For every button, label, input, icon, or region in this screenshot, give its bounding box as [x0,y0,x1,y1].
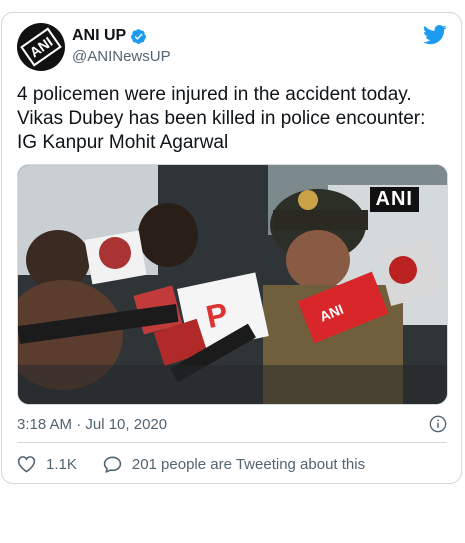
like-count[interactable]: 1.1K [46,456,77,473]
author-name-row[interactable]: ANI UP [72,27,147,45]
tweet-text: 4 policemen were injured in the accident… [17,84,426,153]
heart-icon[interactable] [17,455,36,473]
avatar-logo-text: ANI [20,27,62,67]
tweet-timestamp[interactable]: 3:18 AM · Jul 10, 2020 [17,416,167,433]
divider [17,442,447,443]
twitter-bird-icon[interactable] [423,25,447,45]
engagement-bar: 1.1K 201 people are Tweeting about this [17,455,365,473]
tweet-card[interactable]: ANI ANI UP @ANINewsUP 4 policemen were i… [1,12,462,484]
info-icon[interactable] [429,415,447,433]
tweet-media-image[interactable]: P ANI ANI [17,164,448,405]
media-watermark: ANI [369,187,419,212]
conversation-link[interactable]: 201 people are Tweeting about this [132,456,365,473]
author-handle[interactable]: @ANINewsUP [72,48,171,65]
verified-badge-icon [131,28,147,44]
author-name[interactable]: ANI UP [72,27,126,45]
avatar[interactable]: ANI [17,23,65,71]
reply-bubble-icon[interactable] [103,455,122,473]
